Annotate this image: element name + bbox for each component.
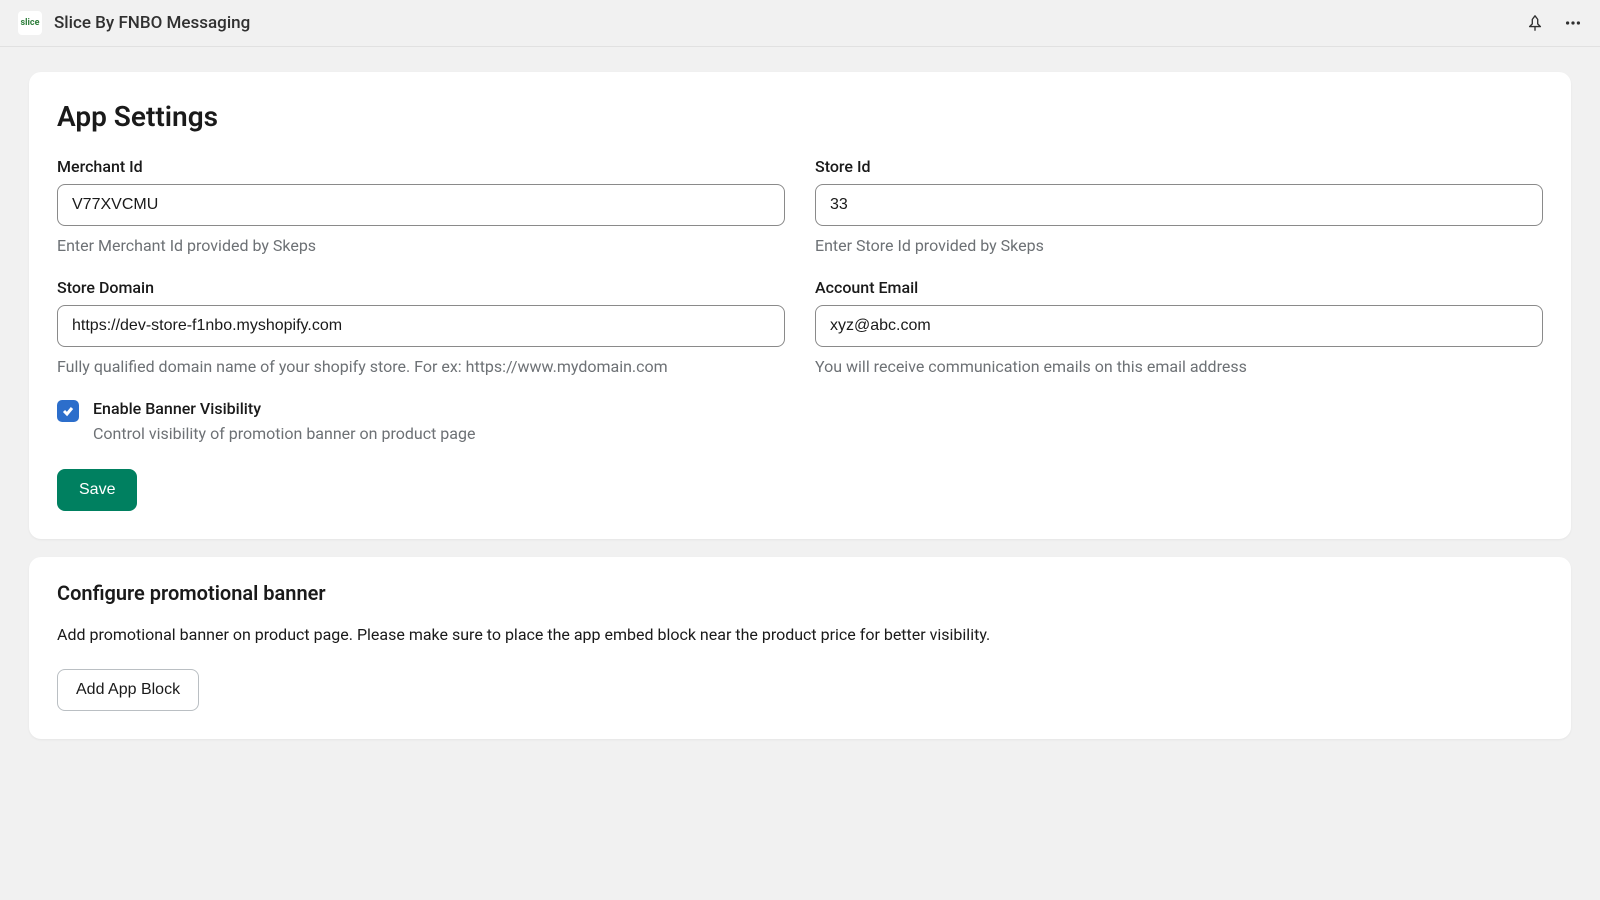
header-right (1526, 14, 1582, 32)
save-button[interactable]: Save (57, 469, 137, 511)
store-id-hint: Enter Store Id provided by Skeps (815, 234, 1543, 258)
store-domain-group: Store Domain Fully qualified domain name… (57, 278, 785, 379)
merchant-id-input[interactable] (57, 184, 785, 226)
app-icon-text: slice (21, 18, 40, 28)
settings-card: App Settings Merchant Id Enter Merchant … (29, 72, 1571, 539)
merchant-id-group: Merchant Id Enter Merchant Id provided b… (57, 157, 785, 258)
store-domain-label: Store Domain (57, 278, 785, 297)
account-email-input[interactable] (815, 305, 1543, 347)
account-email-hint: You will receive communication emails on… (815, 355, 1543, 379)
promo-banner-card: Configure promotional banner Add promoti… (29, 557, 1571, 739)
merchant-id-hint: Enter Merchant Id provided by Skeps (57, 234, 785, 258)
page-title: App Settings (57, 100, 1543, 133)
header-left: slice Slice By FNBO Messaging (18, 11, 250, 35)
check-icon (61, 404, 75, 418)
merchant-id-label: Merchant Id (57, 157, 785, 176)
store-id-label: Store Id (815, 157, 1543, 176)
store-id-group: Store Id Enter Store Id provided by Skep… (815, 157, 1543, 258)
app-logo-icon: slice (18, 11, 42, 35)
banner-visibility-label: Enable Banner Visibility (93, 399, 1543, 418)
pin-icon[interactable] (1526, 14, 1544, 32)
form-row-2: Store Domain Fully qualified domain name… (57, 278, 1543, 379)
app-header: slice Slice By FNBO Messaging (0, 0, 1600, 47)
promo-banner-title: Configure promotional banner (57, 581, 1543, 605)
more-icon[interactable] (1564, 14, 1582, 32)
banner-visibility-row: Enable Banner Visibility Control visibil… (57, 399, 1543, 443)
content-area: App Settings Merchant Id Enter Merchant … (0, 47, 1600, 782)
promo-banner-description: Add promotional banner on product page. … (57, 623, 1543, 647)
banner-visibility-hint: Control visibility of promotion banner o… (93, 424, 1543, 443)
add-app-block-button[interactable]: Add App Block (57, 669, 199, 711)
app-title: Slice By FNBO Messaging (54, 13, 250, 33)
form-row-1: Merchant Id Enter Merchant Id provided b… (57, 157, 1543, 258)
account-email-group: Account Email You will receive communica… (815, 278, 1543, 379)
store-domain-hint: Fully qualified domain name of your shop… (57, 355, 785, 379)
store-id-input[interactable] (815, 184, 1543, 226)
banner-visibility-checkbox[interactable] (57, 400, 79, 422)
account-email-label: Account Email (815, 278, 1543, 297)
checkbox-content: Enable Banner Visibility Control visibil… (93, 399, 1543, 443)
store-domain-input[interactable] (57, 305, 785, 347)
